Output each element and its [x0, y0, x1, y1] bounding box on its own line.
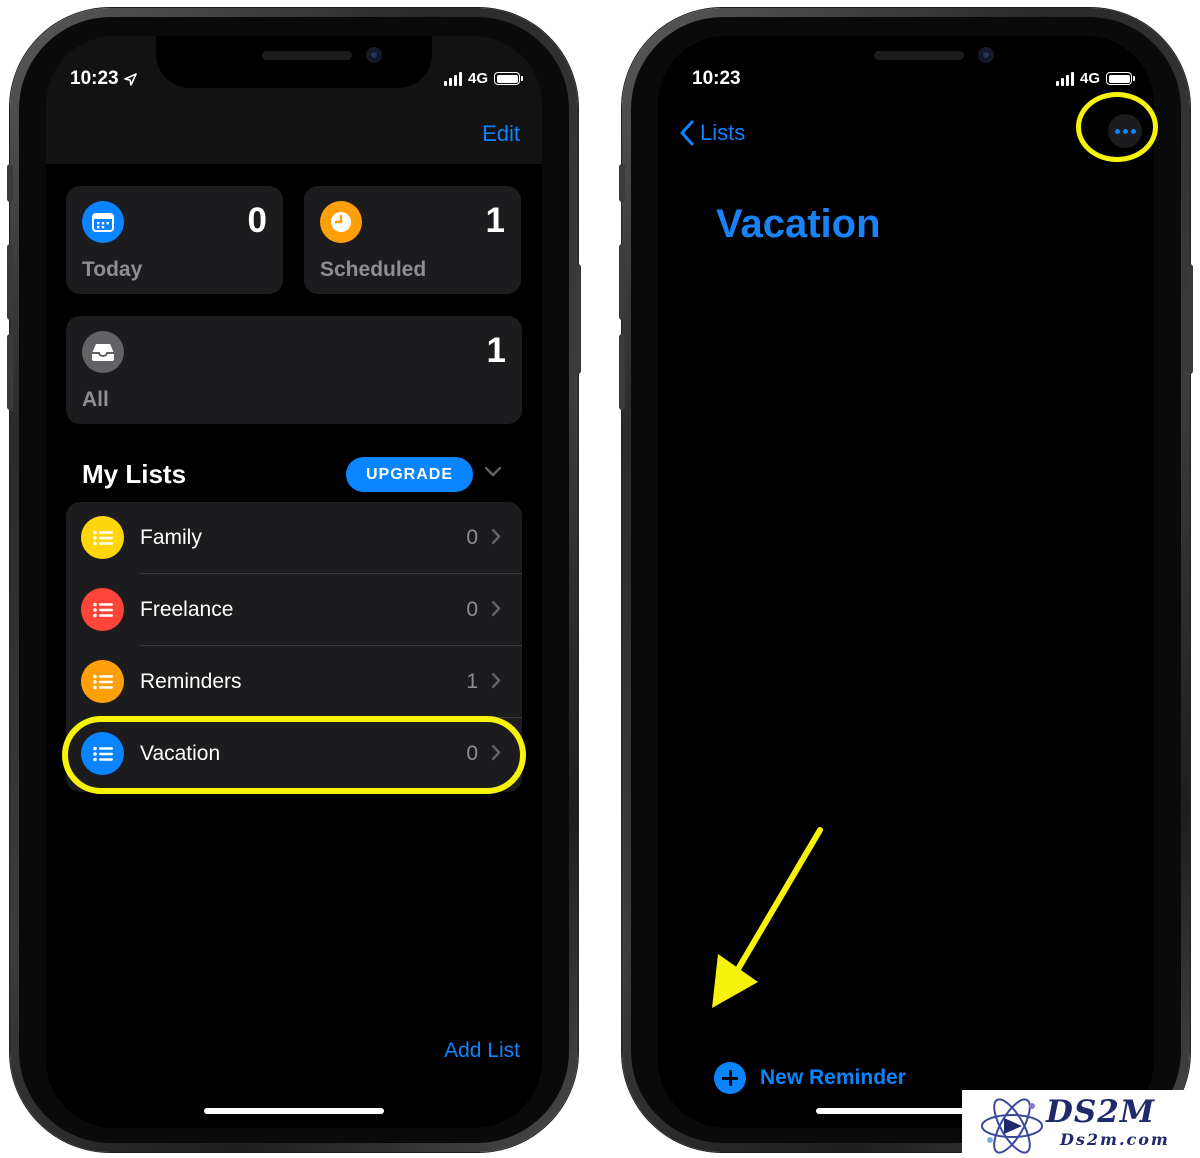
reminders-lists-screen: 10:23 4G Edit 0 Today 1 Scheduled 1 All … — [46, 36, 542, 1128]
list-name: Vacation — [140, 742, 221, 765]
today-card[interactable]: 0 Today — [66, 186, 283, 294]
network-type: 4G — [467, 70, 488, 87]
front-camera — [978, 47, 994, 63]
chevron-left-icon — [680, 120, 694, 146]
list-name: Freelance — [140, 598, 234, 621]
status-time-label: 10:23 — [692, 68, 741, 89]
more-button-highlight-ring — [1076, 92, 1158, 162]
my-lists-heading: My Lists — [82, 459, 187, 489]
front-camera — [366, 47, 382, 63]
clock-icon — [320, 201, 362, 243]
today-label: Today — [82, 258, 143, 281]
edit-button[interactable]: Edit — [482, 121, 520, 147]
list-name: Family — [140, 526, 202, 549]
side-button — [1187, 264, 1193, 374]
list-bullet-icon — [81, 516, 124, 559]
chevron-right-icon — [491, 744, 501, 761]
today-count: 0 — [247, 201, 267, 240]
all-count: 1 — [486, 331, 506, 370]
mute-switch — [619, 164, 625, 202]
watermark-title: DS2M — [1046, 1094, 1156, 1130]
status-bar: 10:23 4G — [658, 68, 1154, 92]
plus-circle-icon — [714, 1062, 746, 1094]
tray-icon — [82, 331, 124, 373]
upgrade-button[interactable]: UPGRADE — [346, 457, 473, 492]
my-lists-group: Family 0 Freelance 0 Reminders 1 Vacatio… — [66, 502, 522, 792]
phone-frame-left: 10:23 4G Edit 0 Today 1 Scheduled 1 All … — [7, 8, 581, 1152]
back-button[interactable]: Lists — [680, 120, 745, 146]
battery-icon — [1106, 72, 1135, 85]
list-count: 1 — [466, 670, 478, 693]
list-item-reminders[interactable]: Reminders 1 — [66, 646, 522, 718]
volume-down-button — [7, 334, 13, 410]
list-count: 0 — [466, 742, 478, 765]
yellow-arrow-annotation — [712, 827, 823, 1008]
chevron-right-icon — [491, 600, 501, 617]
signal-icon — [1055, 71, 1074, 86]
signal-icon — [443, 71, 462, 86]
location-arrow-icon — [123, 72, 137, 86]
watermark-subtitle: Ds2m.com — [1060, 1130, 1170, 1149]
calendar-icon — [82, 201, 124, 243]
all-label: All — [82, 388, 109, 411]
list-title: Vacation — [716, 202, 881, 246]
network-type: 4G — [1079, 70, 1100, 87]
earpiece-speaker — [874, 51, 964, 60]
watermark: DS2M Ds2m.com — [962, 1090, 1200, 1158]
scheduled-label: Scheduled — [320, 258, 427, 281]
scheduled-count: 1 — [485, 201, 505, 240]
list-count: 0 — [466, 598, 478, 621]
chevron-down-icon[interactable] — [484, 466, 502, 478]
list-item-freelance[interactable]: Freelance 0 — [66, 574, 522, 646]
list-bullet-icon — [81, 660, 124, 703]
list-bullet-icon — [81, 588, 124, 631]
list-item-family[interactable]: Family 0 — [66, 502, 522, 574]
status-indicators: 4G — [1055, 70, 1135, 87]
status-time: 10:23 — [70, 68, 137, 90]
list-item-vacation[interactable]: Vacation 0 — [66, 718, 522, 790]
volume-up-button — [619, 244, 625, 320]
chevron-right-icon — [491, 672, 501, 689]
scheduled-card[interactable]: 1 Scheduled — [304, 186, 521, 294]
new-reminder-label: New Reminder — [760, 1066, 906, 1089]
mute-switch — [7, 164, 13, 202]
list-bullet-icon — [81, 732, 124, 775]
status-time-label: 10:23 — [70, 68, 119, 89]
home-indicator[interactable] — [204, 1108, 384, 1114]
atom-logo-icon — [981, 1098, 1043, 1154]
volume-up-button — [7, 244, 13, 320]
list-name: Reminders — [140, 670, 242, 693]
add-list-button[interactable]: Add List — [444, 1039, 520, 1063]
volume-down-button — [619, 334, 625, 410]
new-reminder-button[interactable]: New Reminder — [714, 1062, 906, 1094]
all-card[interactable]: 1 All — [66, 316, 522, 424]
back-label: Lists — [700, 120, 746, 145]
chevron-right-icon — [491, 528, 501, 545]
battery-icon — [494, 72, 523, 85]
side-button — [575, 264, 581, 374]
status-bar: 10:23 4G — [46, 68, 542, 92]
list-count: 0 — [466, 526, 478, 549]
earpiece-speaker — [262, 51, 352, 60]
status-time: 10:23 — [692, 68, 741, 90]
status-indicators: 4G — [443, 70, 523, 87]
